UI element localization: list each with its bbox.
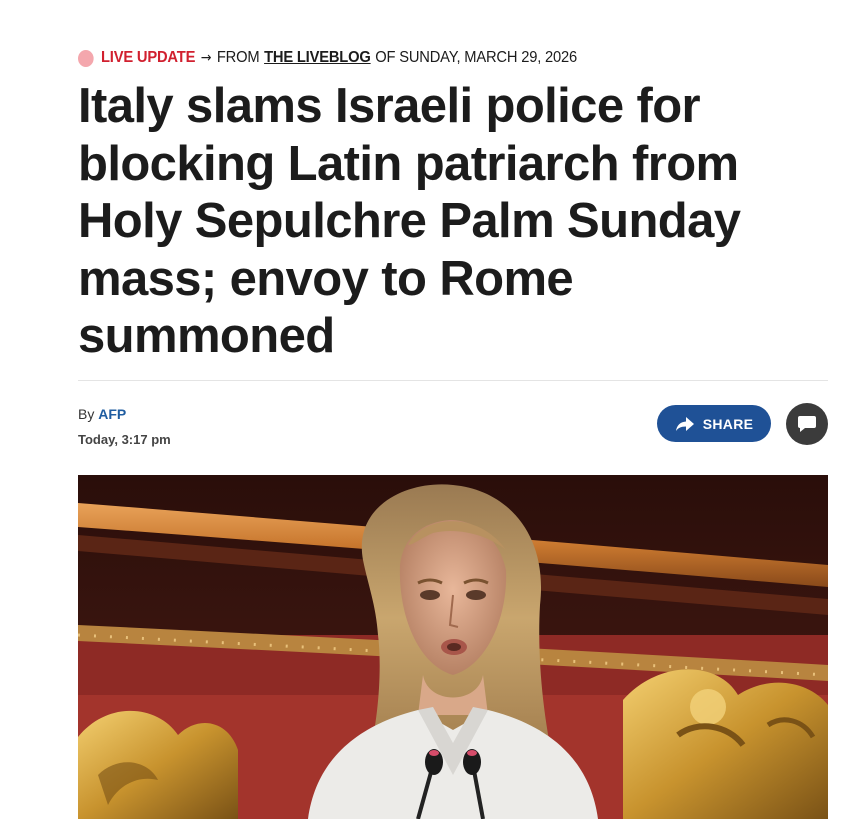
header-divider <box>78 380 828 381</box>
share-button[interactable]: SHARE <box>657 405 771 442</box>
from-text: FROM <box>216 49 260 66</box>
comments-button[interactable] <box>786 403 828 445</box>
live-update-label: LIVE UPDATE <box>101 49 196 66</box>
share-arrow-icon <box>675 416 694 431</box>
byline-prefix: By <box>78 406 95 422</box>
publish-timestamp: Today, 3:17 pm <box>78 432 171 447</box>
live-update-kicker: LIVE UPDATE → FROM THE LIVEBLOG OF SUNDA… <box>78 46 577 70</box>
article-headline: Italy slams Israeli police for blocking … <box>78 79 741 363</box>
live-indicator-dot <box>78 49 94 67</box>
share-label: SHARE <box>702 415 754 432</box>
byline: By AFP <box>78 406 126 422</box>
right-arrow-icon: → <box>200 50 212 66</box>
comment-bubble-icon <box>798 416 816 432</box>
liveblog-link[interactable]: THE LIVEBLOG <box>264 49 371 67</box>
author-link[interactable]: AFP <box>98 406 126 422</box>
hero-image <box>78 475 828 819</box>
hero-photo-illustration <box>78 475 828 819</box>
liveblog-date: OF SUNDAY, MARCH 29, 2026 <box>375 49 578 66</box>
